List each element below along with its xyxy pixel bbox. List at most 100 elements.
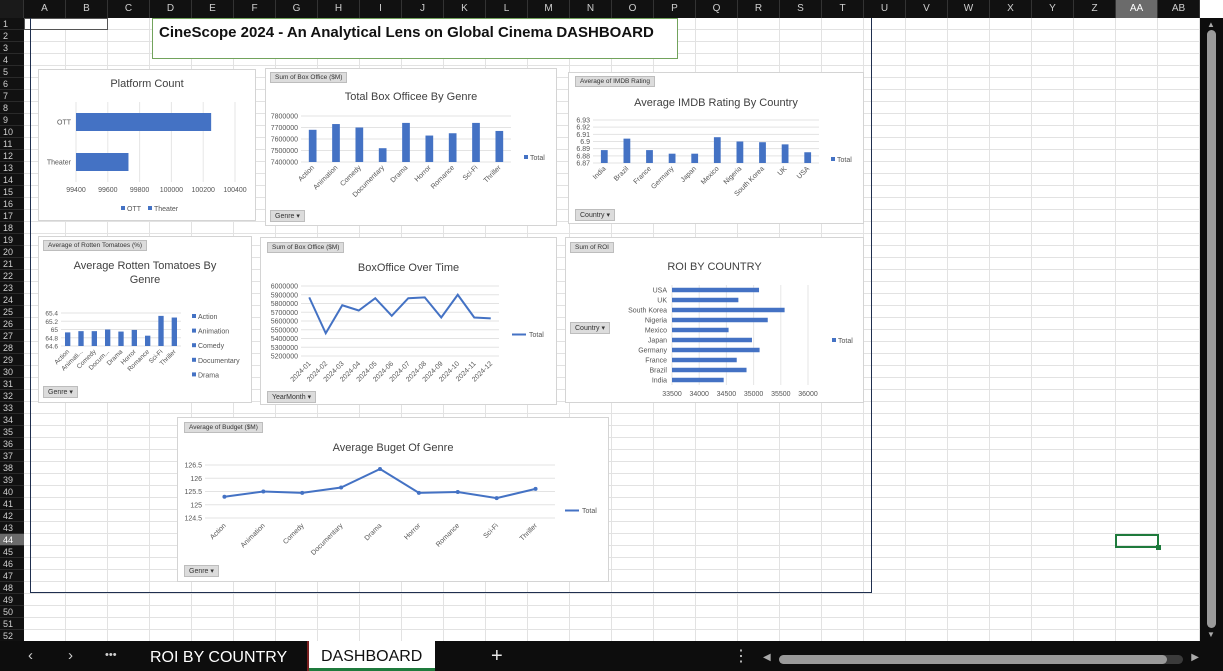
row-header-29[interactable]: 29 [0,354,24,366]
country-filter-button[interactable]: Country ▾ [575,209,615,221]
row-header-47[interactable]: 47 [0,570,24,582]
tab-roi-by-country[interactable]: ROI BY COUNTRY [138,641,299,671]
column-header-r[interactable]: R [738,0,780,18]
row-header-51[interactable]: 51 [0,618,24,630]
row-header-44[interactable]: 44 [0,534,24,546]
column-header-a[interactable]: A [24,0,66,18]
row-header-33[interactable]: 33 [0,402,24,414]
row-header-22[interactable]: 22 [0,270,24,282]
row-header-11[interactable]: 11 [0,138,24,150]
row-header-17[interactable]: 17 [0,210,24,222]
row-header-5[interactable]: 5 [0,66,24,78]
column-header-h[interactable]: H [318,0,360,18]
imdb-by-country-chart[interactable]: Average of IMDB Rating Average IMDB Rati… [568,72,864,224]
row-header-3[interactable]: 3 [0,42,24,54]
row-header-36[interactable]: 36 [0,438,24,450]
row-header-37[interactable]: 37 [0,450,24,462]
row-header-50[interactable]: 50 [0,606,24,618]
column-header-o[interactable]: O [612,0,654,18]
column-header-j[interactable]: J [402,0,444,18]
scroll-up-arrow-icon[interactable]: ▲ [1207,20,1215,29]
add-sheet-button[interactable]: + [491,645,503,668]
row-header-24[interactable]: 24 [0,294,24,306]
row-header-40[interactable]: 40 [0,486,24,498]
row-header-27[interactable]: 27 [0,330,24,342]
row-header-48[interactable]: 48 [0,582,24,594]
row-header-46[interactable]: 46 [0,558,24,570]
box-office-by-genre-chart[interactable]: Sum of Box Office ($M) Total Box Officee… [265,68,557,226]
column-header-u[interactable]: U [864,0,906,18]
row-header-2[interactable]: 2 [0,30,24,42]
tab-dashboard[interactable]: DASHBOARD [309,641,435,671]
row-header-38[interactable]: 38 [0,462,24,474]
platform-count-chart[interactable]: Platform Count 99400 99600 99800 100000 1002… [38,69,256,221]
column-header-p[interactable]: P [654,0,696,18]
column-header-x[interactable]: X [990,0,1032,18]
row-header-7[interactable]: 7 [0,90,24,102]
row-header-41[interactable]: 41 [0,498,24,510]
column-header-q[interactable]: Q [696,0,738,18]
row-header-16[interactable]: 16 [0,198,24,210]
row-header-6[interactable]: 6 [0,78,24,90]
row-header-8[interactable]: 8 [0,102,24,114]
scroll-left-arrow-icon[interactable]: ◀ [763,652,771,663]
row-header-31[interactable]: 31 [0,378,24,390]
row-header-49[interactable]: 49 [0,594,24,606]
column-header-i[interactable]: I [360,0,402,18]
column-header-n[interactable]: N [570,0,612,18]
row-header-10[interactable]: 10 [0,126,24,138]
column-header-w[interactable]: W [948,0,990,18]
column-header-y[interactable]: Y [1032,0,1074,18]
vertical-scrollbar[interactable]: ▲ ▼ [1200,18,1223,641]
column-header-k[interactable]: K [444,0,486,18]
column-header-m[interactable]: M [528,0,570,18]
genre-filter-button[interactable]: Genre ▾ [184,565,219,577]
row-header-28[interactable]: 28 [0,342,24,354]
horizontal-scroll-thumb[interactable] [779,655,1167,664]
select-all-corner[interactable] [0,0,24,18]
column-header-aa[interactable]: AA [1116,0,1158,18]
box-office-over-time-chart[interactable]: Sum of Box Office ($M) BoxOffice Over Ti… [260,237,557,405]
column-header-b[interactable]: B [66,0,108,18]
next-sheet-icon[interactable]: › [68,647,73,664]
rotten-tomatoes-chart[interactable]: Average of Rotten Tomatoes (%) Average R… [38,236,252,403]
column-header-e[interactable]: E [192,0,234,18]
row-header-20[interactable]: 20 [0,246,24,258]
row-header-25[interactable]: 25 [0,306,24,318]
more-sheets-icon[interactable]: ••• [105,649,117,661]
row-header-1[interactable]: 1 [0,18,24,30]
row-header-14[interactable]: 14 [0,174,24,186]
row-header-42[interactable]: 42 [0,510,24,522]
vertical-scroll-thumb[interactable] [1207,30,1216,628]
column-header-t[interactable]: T [822,0,864,18]
dashboard-title-box[interactable]: CineScope 2024 - An Analytical Lens on G… [152,18,678,59]
horizontal-scrollbar[interactable]: ◀ ▶ [763,652,1199,665]
column-header-d[interactable]: D [150,0,192,18]
fill-handle[interactable] [1156,545,1161,550]
column-header-l[interactable]: L [486,0,528,18]
row-header-21[interactable]: 21 [0,258,24,270]
scroll-right-arrow-icon[interactable]: ▶ [1191,652,1199,663]
row-header-15[interactable]: 15 [0,186,24,198]
row-header-39[interactable]: 39 [0,474,24,486]
genre-filter-button[interactable]: Genre ▾ [43,386,78,398]
row-header-34[interactable]: 34 [0,414,24,426]
row-header-26[interactable]: 26 [0,318,24,330]
scroll-down-arrow-icon[interactable]: ▼ [1207,630,1215,639]
roi-by-country-chart[interactable]: Sum of ROI ROI BY COUNTRY 33500 34000 3450… [565,237,864,403]
row-header-13[interactable]: 13 [0,162,24,174]
country-filter-button[interactable]: Country ▾ [570,322,610,334]
column-header-g[interactable]: G [276,0,318,18]
column-header-f[interactable]: F [234,0,276,18]
row-header-12[interactable]: 12 [0,150,24,162]
column-header-z[interactable]: Z [1074,0,1116,18]
column-header-s[interactable]: S [780,0,822,18]
row-header-30[interactable]: 30 [0,366,24,378]
column-header-v[interactable]: V [906,0,948,18]
row-header-23[interactable]: 23 [0,282,24,294]
column-header-ab[interactable]: AB [1158,0,1200,18]
row-header-4[interactable]: 4 [0,54,24,66]
row-header-18[interactable]: 18 [0,222,24,234]
row-header-35[interactable]: 35 [0,426,24,438]
row-header-45[interactable]: 45 [0,546,24,558]
